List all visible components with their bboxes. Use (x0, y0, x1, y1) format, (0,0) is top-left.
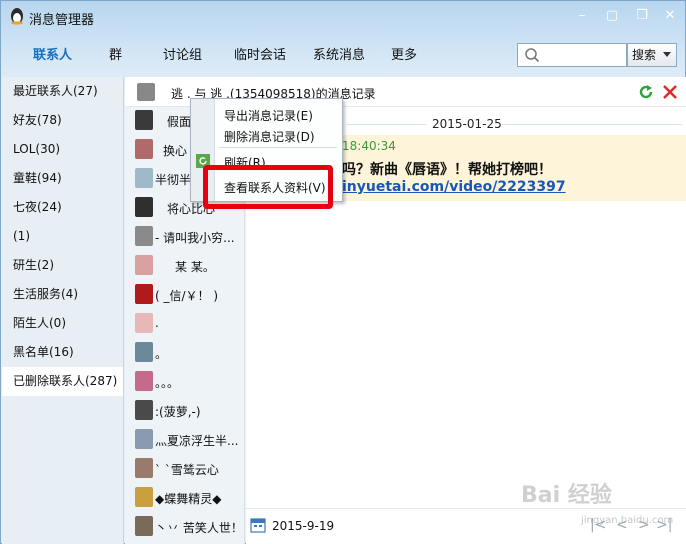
menu-item-delete[interactable]: 删除消息记录(D) (224, 128, 315, 145)
avatar (135, 313, 153, 333)
avatar (135, 458, 153, 478)
calendar-icon[interactable] (250, 517, 266, 533)
list-item[interactable]: ◆蝶舞精灵◆ (125, 483, 245, 512)
list-item[interactable]: 灬夏凉浮生半... (125, 425, 245, 454)
contact-name: 灬夏凉浮生半... (155, 434, 239, 448)
search-input[interactable] (517, 43, 627, 67)
tab-contacts[interactable]: 联系人 (33, 45, 72, 67)
avatar (135, 284, 153, 304)
refresh-icon[interactable] (637, 83, 655, 101)
message-link[interactable]: inyuetai.com/video/2223397 (342, 179, 566, 195)
avatar (135, 197, 153, 217)
contact-groups-panel: 最近联系人(27) 好友(78) LOL(30) 童鞋(94) 七夜(24) (… (2, 77, 124, 544)
menu-separator (219, 147, 337, 148)
list-item[interactable]: 某 某。 (125, 251, 245, 280)
message-text: 吗？新曲《唇语》！帮她打榜吧！ (342, 162, 552, 178)
search-button-label: 搜索 (632, 48, 657, 62)
message-time: 18:40:34 (342, 139, 396, 153)
contact-name: - 请叫我小穷... (155, 231, 235, 245)
contact-name: :(菠萝,-) (155, 405, 201, 419)
avatar (135, 371, 153, 391)
avatar (135, 110, 153, 130)
group-item[interactable]: 研生(2) (2, 251, 123, 280)
group-item[interactable]: LOL(30) (2, 135, 123, 164)
contact-name: ◆蝶舞精灵◆ (155, 492, 222, 506)
avatar (135, 400, 153, 420)
divider-line (502, 124, 682, 125)
date-label: 2015-01-25 (432, 117, 502, 131)
tab-discussion[interactable]: 讨论组 (163, 45, 202, 67)
list-item[interactable]: 。。。 (125, 367, 245, 396)
chevron-down-icon[interactable] (663, 52, 671, 57)
avatar (135, 255, 153, 275)
annotation-highlight-box (203, 165, 333, 209)
qq-penguin-icon (11, 8, 23, 25)
contact-name: 。 (155, 347, 168, 361)
maximize-icon[interactable]: ▢ (603, 7, 621, 25)
group-item[interactable]: 童鞋(94) (2, 164, 123, 193)
minimize-icon[interactable]: – (573, 7, 591, 25)
contact-name: ` `雪鸶云心 (155, 463, 219, 477)
list-item[interactable]: 。 (125, 338, 245, 367)
contact-name: ( _信/￥！ ) (155, 289, 219, 303)
group-item[interactable]: (1) (2, 222, 123, 251)
window-title: 消息管理器 (29, 13, 95, 28)
close-icon[interactable]: ✕ (661, 7, 679, 25)
list-item[interactable]: ( _信/￥！ ) (125, 280, 245, 309)
tab-more[interactable]: 更多 (391, 45, 417, 67)
avatar (135, 487, 153, 507)
group-item[interactable]: 好友(78) (2, 106, 123, 135)
contact-name: 。。。 (155, 376, 180, 390)
group-item-selected[interactable]: 已删除联系人(287) (2, 367, 123, 396)
message-manager-window: 消息管理器 – ▢ ❐ ✕ 联系人 群 讨论组 临时会话 系统消息 更多 搜索 … (0, 0, 686, 544)
avatar (135, 168, 153, 188)
history-footer: 2015-9-19 |< < > >| (246, 508, 686, 544)
group-item[interactable]: 最近联系人(27) (2, 77, 123, 106)
contact-name: . (155, 316, 159, 330)
group-item[interactable]: 陌生人(0) (2, 309, 123, 338)
delete-icon[interactable] (661, 83, 679, 101)
tab-temp-session[interactable]: 临时会话 (234, 45, 286, 67)
group-item[interactable]: 生活服务(4) (2, 280, 123, 309)
list-item[interactable]: . (125, 309, 245, 338)
list-item[interactable]: ` `雪鸶云心 (125, 454, 245, 483)
tab-system-messages[interactable]: 系统消息 (313, 45, 365, 67)
search-button[interactable]: 搜索 (627, 43, 677, 67)
avatar (135, 429, 153, 449)
avatar (135, 139, 153, 159)
group-item[interactable]: 七夜(24) (2, 193, 123, 222)
menu-item-export[interactable]: 导出消息记录(E) (224, 107, 313, 124)
list-item[interactable]: - 请叫我小穷... (125, 222, 245, 251)
footer-date: 2015-9-19 (272, 519, 335, 533)
avatar (135, 516, 153, 536)
divider-line (346, 124, 426, 125)
search-icon (525, 48, 540, 63)
list-item[interactable]: :(菠萝,-) (125, 396, 245, 425)
avatar (135, 342, 153, 362)
tab-groups[interactable]: 群 (109, 45, 122, 67)
group-item[interactable]: 黑名单(16) (2, 338, 123, 367)
restore-icon[interactable]: ❐ (633, 7, 651, 25)
watermark: Bai 经验 (521, 483, 612, 508)
contact-name: 丶丷 苦笑人世！ (155, 521, 243, 535)
title-bar: 消息管理器 – ▢ ❐ ✕ (1, 1, 685, 33)
avatar (135, 226, 153, 246)
list-item[interactable]: 丶丷 苦笑人世！ (125, 512, 245, 541)
avatar (137, 83, 155, 101)
watermark-url: jingyan.baidu.com (581, 515, 674, 526)
